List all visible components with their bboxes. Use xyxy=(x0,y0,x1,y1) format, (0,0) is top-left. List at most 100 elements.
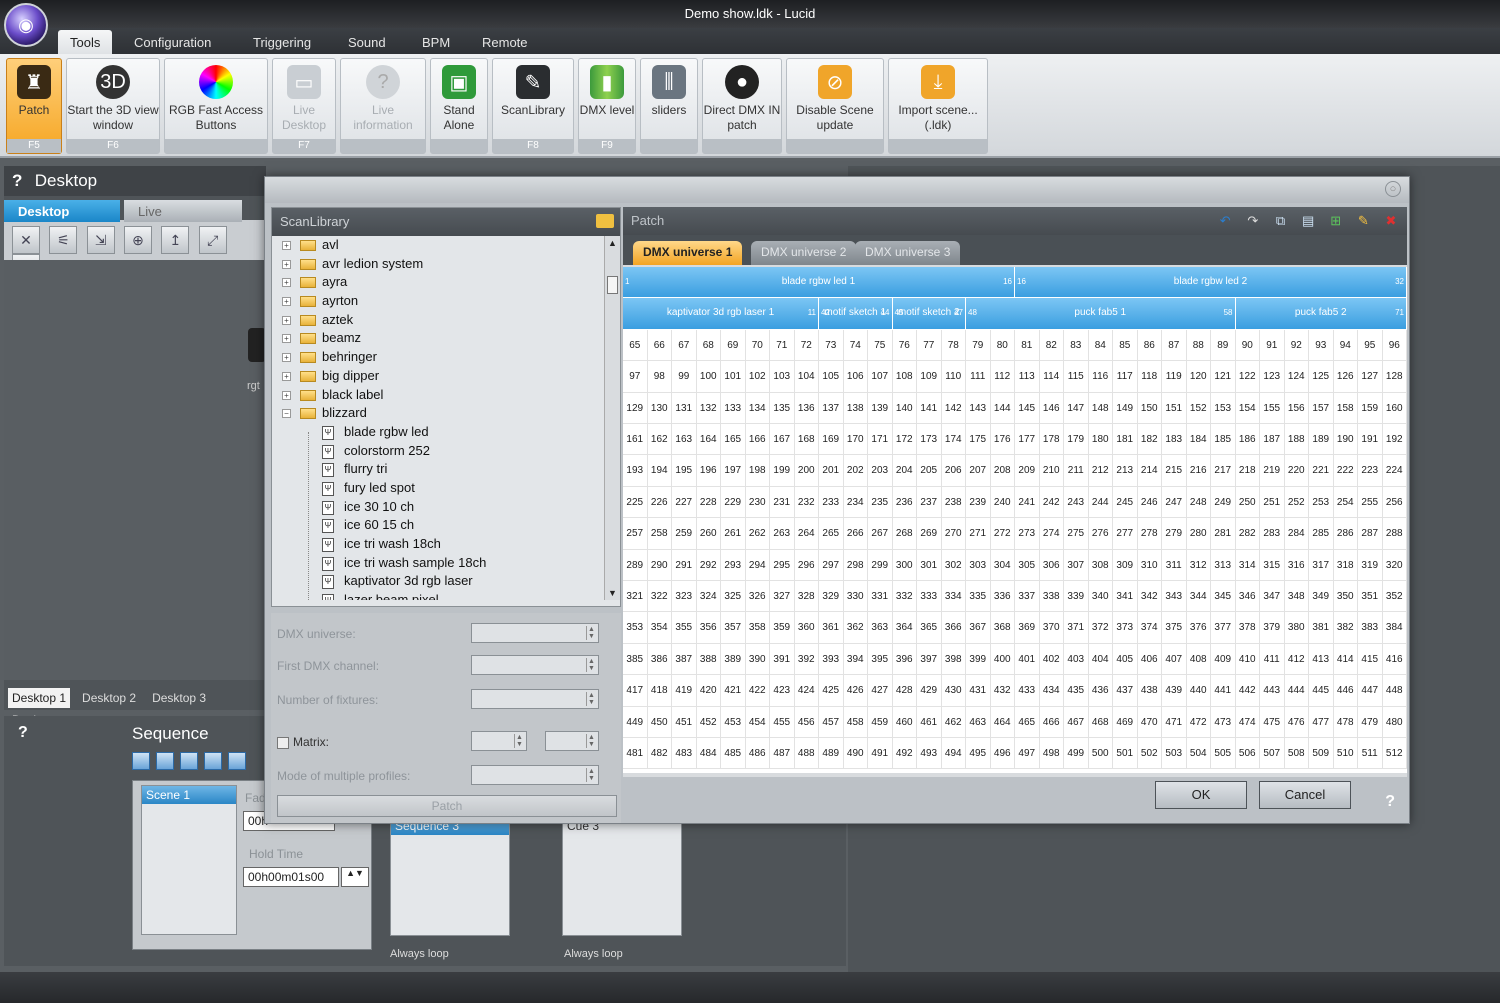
dmx-channel-cell[interactable]: 344 xyxy=(1186,581,1211,613)
dmx-channel-cell[interactable]: 97 xyxy=(623,361,648,393)
dmx-channel-cell[interactable]: 460 xyxy=(892,706,917,738)
dmx-channel-cell[interactable]: 304 xyxy=(990,549,1015,581)
dmx-channel-cell[interactable]: 199 xyxy=(770,455,795,487)
dmx-channel-cell[interactable]: 111 xyxy=(966,361,991,393)
dmx-channel-cell[interactable]: 265 xyxy=(819,518,844,550)
dmx-channel-cell[interactable]: 71 xyxy=(770,329,795,362)
dmx-channel-cell[interactable]: 258 xyxy=(647,518,672,550)
dmx-channel-cell[interactable]: 274 xyxy=(1039,518,1064,550)
dmx-channel-cell[interactable]: 157 xyxy=(1309,392,1334,424)
menu-tab-sound[interactable]: Sound xyxy=(336,30,398,54)
dmx-channel-cell[interactable]: 178 xyxy=(1039,424,1064,456)
time-stepper[interactable]: ▲▼ xyxy=(341,867,369,887)
expand-toggle-icon[interactable]: + xyxy=(282,259,291,269)
dmx-channel-cell[interactable]: 209 xyxy=(1015,455,1040,487)
dmx-channel-cell[interactable]: 66 xyxy=(647,329,672,362)
dmx-channel-cell[interactable]: 459 xyxy=(868,706,893,738)
dmx-channel-cell[interactable]: 143 xyxy=(966,392,991,424)
dmx-channel-cell[interactable]: 237 xyxy=(917,486,942,519)
dmx-channel-cell[interactable]: 279 xyxy=(1162,518,1187,550)
dmx-channel-cell[interactable]: 458 xyxy=(843,706,868,738)
rgb-fast-access-button[interactable]: RGB Fast Access Buttons xyxy=(164,58,268,154)
dmx-channel-cell[interactable]: 406 xyxy=(1137,643,1162,676)
dmx-channel-cell[interactable]: 415 xyxy=(1358,643,1383,676)
dmx-channel-cell[interactable]: 136 xyxy=(794,392,819,424)
dmx-channel-cell[interactable]: 287 xyxy=(1358,518,1383,550)
dmx-channel-cell[interactable]: 250 xyxy=(1235,486,1260,519)
dmx-channel-cell[interactable]: 202 xyxy=(843,455,868,487)
dmx-channel-cell[interactable]: 267 xyxy=(868,518,893,550)
dmx-channel-cell[interactable]: 457 xyxy=(819,706,844,738)
dmx-channel-cell[interactable]: 234 xyxy=(843,486,868,519)
dmx-channel-cell[interactable]: 295 xyxy=(770,549,795,581)
dmx-channel-cell[interactable]: 215 xyxy=(1162,455,1187,487)
dmx-channel-cell[interactable]: 497 xyxy=(1015,738,1040,770)
dmx-channel-cell[interactable]: 442 xyxy=(1235,675,1260,707)
dmx-channel-cell[interactable]: 482 xyxy=(647,738,672,770)
dmx-channel-cell[interactable]: 493 xyxy=(917,738,942,770)
dmx-channel-cell[interactable]: 232 xyxy=(794,486,819,519)
dmx-channel-cell[interactable]: 377 xyxy=(1211,612,1236,644)
dmx-channel-cell[interactable]: 191 xyxy=(1358,424,1383,456)
dmx-channel-cell[interactable]: 471 xyxy=(1162,706,1187,738)
dmx-channel-cell[interactable]: 412 xyxy=(1284,643,1309,676)
dmx-channel-cell[interactable]: 473 xyxy=(1211,706,1236,738)
dmx-channel-cell[interactable]: 385 xyxy=(623,643,648,676)
dmx-channel-cell[interactable]: 393 xyxy=(819,643,844,676)
tree-folder-item[interactable]: + beamz xyxy=(272,329,606,348)
dmx-channel-cell[interactable]: 319 xyxy=(1358,549,1383,581)
desktop-page-tab[interactable]: Desktop 3 xyxy=(148,688,210,708)
dmx-channel-cell[interactable]: 242 xyxy=(1039,486,1064,519)
sequence-card[interactable]: Sequence 3 xyxy=(390,816,510,936)
dmx-channel-cell[interactable]: 409 xyxy=(1211,643,1236,676)
dmx-channel-cell[interactable]: 381 xyxy=(1309,612,1334,644)
dmx-channel-cell[interactable]: 227 xyxy=(672,486,697,519)
dmx-channel-cell[interactable]: 487 xyxy=(770,738,795,770)
dmx-channel-cell[interactable]: 310 xyxy=(1137,549,1162,581)
dmx-channel-cell[interactable]: 449 xyxy=(623,706,648,738)
hold-time-input[interactable]: 00h00m01s00 xyxy=(243,867,339,887)
dmx-channel-cell[interactable]: 104 xyxy=(794,361,819,393)
dmx-channel-cell[interactable]: 455 xyxy=(770,706,795,738)
dmx-channel-cell[interactable]: 469 xyxy=(1113,706,1138,738)
dmx-channel-cell[interactable]: 292 xyxy=(696,549,721,581)
redo-icon[interactable]: ↷ xyxy=(1245,213,1261,229)
dmx-channel-cell[interactable]: 423 xyxy=(770,675,795,707)
dmx-channel-cell[interactable]: 269 xyxy=(917,518,942,550)
dmx-channel-cell[interactable]: 291 xyxy=(672,549,697,581)
dmx-channel-cell[interactable]: 208 xyxy=(990,455,1015,487)
pen-icon[interactable]: ✎ xyxy=(1355,213,1371,229)
dmx-channel-cell[interactable]: 79 xyxy=(966,329,991,362)
dmx-channel-cell[interactable]: 106 xyxy=(843,361,868,393)
dmx-channel-cell[interactable]: 72 xyxy=(794,329,819,362)
dmx-channel-cell[interactable]: 190 xyxy=(1333,424,1358,456)
settings-icon[interactable] xyxy=(204,752,222,770)
help-button[interactable]: ? xyxy=(12,171,30,191)
matrix-x-input[interactable]: ▲ ▼ xyxy=(471,731,527,751)
dmx-channel-cell[interactable]: 98 xyxy=(647,361,672,393)
dmx-channel-cell[interactable]: 348 xyxy=(1284,581,1309,613)
dmx-channel-cell[interactable]: 360 xyxy=(794,612,819,644)
dmx-channel-cell[interactable]: 340 xyxy=(1088,581,1113,613)
dmx-channel-cell[interactable]: 367 xyxy=(966,612,991,644)
dmx-channel-cell[interactable]: 353 xyxy=(623,612,648,644)
dmx-channel-cell[interactable]: 480 xyxy=(1382,706,1407,738)
dmx-channel-cell[interactable]: 228 xyxy=(696,486,721,519)
dmx-channel-cell[interactable]: 384 xyxy=(1382,612,1407,644)
dmx-channel-cell[interactable]: 110 xyxy=(941,361,966,393)
tree-folder-item[interactable]: − blizzard xyxy=(272,404,606,423)
dmx-channel-cell[interactable]: 99 xyxy=(672,361,697,393)
dmx-channel-cell[interactable]: 273 xyxy=(1015,518,1040,550)
add-icon[interactable]: ⊞ xyxy=(1328,213,1344,229)
dmx-channel-cell[interactable]: 379 xyxy=(1260,612,1285,644)
dmx-channel-cell[interactable]: 369 xyxy=(1015,612,1040,644)
dmx-channel-cell[interactable]: 80 xyxy=(990,329,1015,362)
dmx-channel-cell[interactable]: 252 xyxy=(1284,486,1309,519)
cue-card[interactable]: Cue 3 xyxy=(562,816,682,936)
menu-tab-triggering[interactable]: Triggering xyxy=(241,30,323,54)
tab-dmx-universe-1[interactable]: DMX universe 1 xyxy=(633,241,743,265)
scroll-down-icon[interactable]: ▼ xyxy=(608,588,617,598)
dmx-channel-cell[interactable]: 479 xyxy=(1358,706,1383,738)
patched-fixture-block[interactable]: 1 16 blade rgbw led 1 xyxy=(623,267,1015,298)
dmx-channel-cell[interactable]: 192 xyxy=(1382,424,1407,456)
